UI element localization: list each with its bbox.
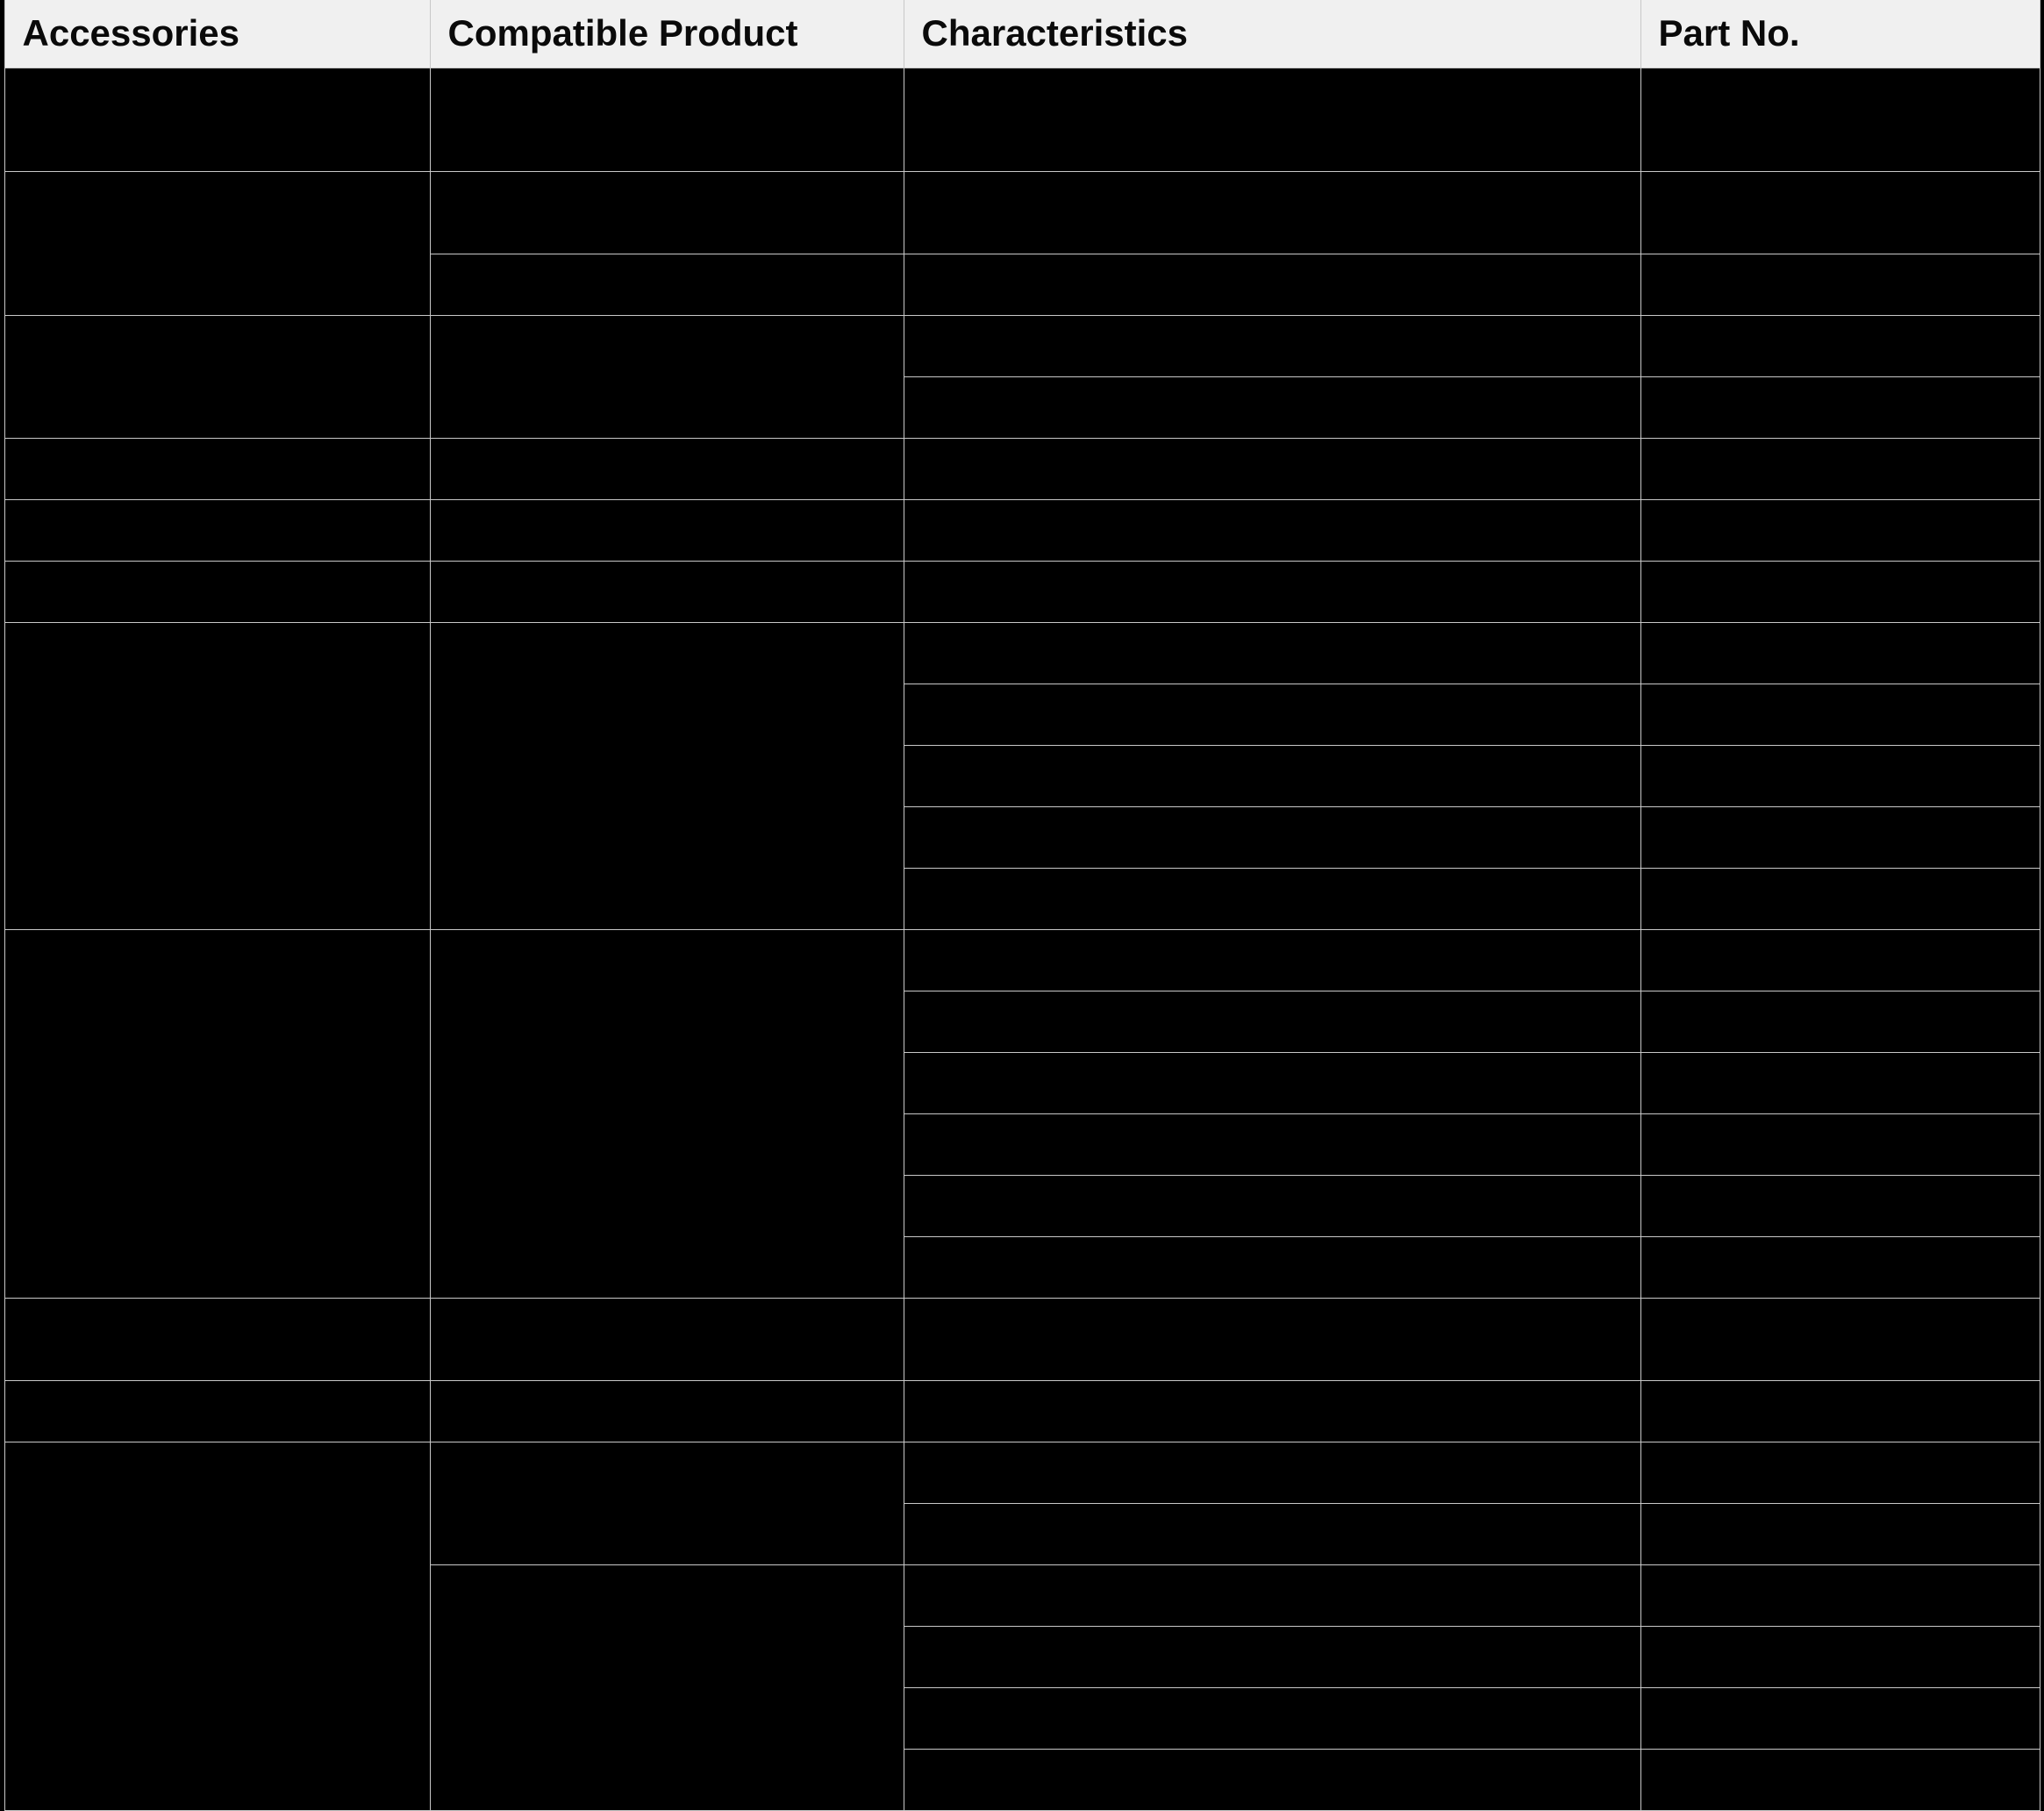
table-header-row: Accessories Compatible Product Character… <box>4 0 2040 68</box>
cell-c4 <box>1640 438 2040 499</box>
cell-c4 <box>1640 499 2040 561</box>
cell-c3 <box>904 684 1640 745</box>
cell-c4 <box>1640 1380 2040 1442</box>
table-body <box>4 68 2040 1810</box>
cell-c3 <box>904 1749 1640 1810</box>
cell-c3 <box>904 68 1640 171</box>
cell-c2 <box>430 1380 904 1442</box>
cell-c1 <box>4 1298 430 1380</box>
cell-c4 <box>1640 684 2040 745</box>
cell-c3 <box>904 438 1640 499</box>
cell-c3 <box>904 868 1640 929</box>
cell-c4 <box>1640 315 2040 376</box>
cell-c3 <box>904 499 1640 561</box>
cell-c3 <box>904 315 1640 376</box>
cell-c3 <box>904 1687 1640 1749</box>
cell-c4 <box>1640 622 2040 684</box>
cell-c4 <box>1640 1626 2040 1687</box>
table-row <box>4 171 2040 254</box>
cell-c4 <box>1640 1113 2040 1175</box>
cell-c3 <box>904 806 1640 868</box>
cell-c1 <box>4 622 430 929</box>
cell-c3 <box>904 745 1640 806</box>
cell-c1 <box>4 438 430 499</box>
cell-c3 <box>904 929 1640 991</box>
cell-c3 <box>904 1503 1640 1564</box>
table-row <box>4 929 2040 991</box>
cell-c2 <box>430 1564 904 1810</box>
cell-c4 <box>1640 561 2040 622</box>
cell-c1 <box>4 561 430 622</box>
cell-c2 <box>430 1298 904 1380</box>
cell-c2 <box>430 622 904 929</box>
cell-c3 <box>904 622 1640 684</box>
cell-c3 <box>904 991 1640 1052</box>
cell-c3 <box>904 1113 1640 1175</box>
cell-c2 <box>430 171 904 254</box>
cell-c3 <box>904 1175 1640 1236</box>
table-row <box>4 1298 2040 1380</box>
table-row <box>4 561 2040 622</box>
cell-c2 <box>430 561 904 622</box>
cell-c2 <box>430 315 904 438</box>
accessories-table: Accessories Compatible Product Character… <box>4 0 2040 1811</box>
cell-c2 <box>430 438 904 499</box>
table-row <box>4 1380 2040 1442</box>
cell-c3 <box>904 1442 1640 1503</box>
cell-c4 <box>1640 745 2040 806</box>
cell-c4 <box>1640 1503 2040 1564</box>
cell-c4 <box>1640 1052 2040 1113</box>
cell-c2 <box>430 254 904 315</box>
cell-c4 <box>1640 254 2040 315</box>
cell-c4 <box>1640 1175 2040 1236</box>
cell-c2 <box>430 929 904 1298</box>
cell-c2 <box>430 1442 904 1564</box>
table-row <box>4 1442 2040 1503</box>
cell-c3 <box>904 376 1640 438</box>
cell-c3 <box>904 171 1640 254</box>
cell-c1 <box>4 929 430 1298</box>
cell-c1 <box>4 1380 430 1442</box>
col-header-characteristics: Characteristics <box>904 0 1640 68</box>
cell-c4 <box>1640 991 2040 1052</box>
cell-c4 <box>1640 68 2040 171</box>
cell-c4 <box>1640 1564 2040 1626</box>
cell-c3 <box>904 1564 1640 1626</box>
table-row <box>4 68 2040 171</box>
cell-c4 <box>1640 1687 2040 1749</box>
cell-c4 <box>1640 806 2040 868</box>
cell-c1 <box>4 171 430 315</box>
cell-c2 <box>430 499 904 561</box>
cell-c4 <box>1640 1236 2040 1298</box>
cell-c4 <box>1640 171 2040 254</box>
cell-c1 <box>4 499 430 561</box>
table-row <box>4 622 2040 684</box>
cell-c1 <box>4 68 430 171</box>
cell-c3 <box>904 1380 1640 1442</box>
cell-c3 <box>904 1052 1640 1113</box>
cell-c3 <box>904 1236 1640 1298</box>
cell-c4 <box>1640 1442 2040 1503</box>
cell-c1 <box>4 315 430 438</box>
cell-c4 <box>1640 1298 2040 1380</box>
col-header-compatible: Compatible Product <box>430 0 904 68</box>
cell-c4 <box>1640 376 2040 438</box>
cell-c3 <box>904 1298 1640 1380</box>
cell-c4 <box>1640 929 2040 991</box>
cell-c3 <box>904 561 1640 622</box>
cell-c3 <box>904 1626 1640 1687</box>
cell-c4 <box>1640 868 2040 929</box>
cell-c4 <box>1640 1749 2040 1810</box>
cell-c1 <box>4 1442 430 1810</box>
cell-c2 <box>430 68 904 171</box>
cell-c3 <box>904 254 1640 315</box>
table-row <box>4 499 2040 561</box>
table-row <box>4 438 2040 499</box>
col-header-partno: Part No. <box>1640 0 2040 68</box>
col-header-accessories: Accessories <box>4 0 430 68</box>
table-row <box>4 315 2040 376</box>
